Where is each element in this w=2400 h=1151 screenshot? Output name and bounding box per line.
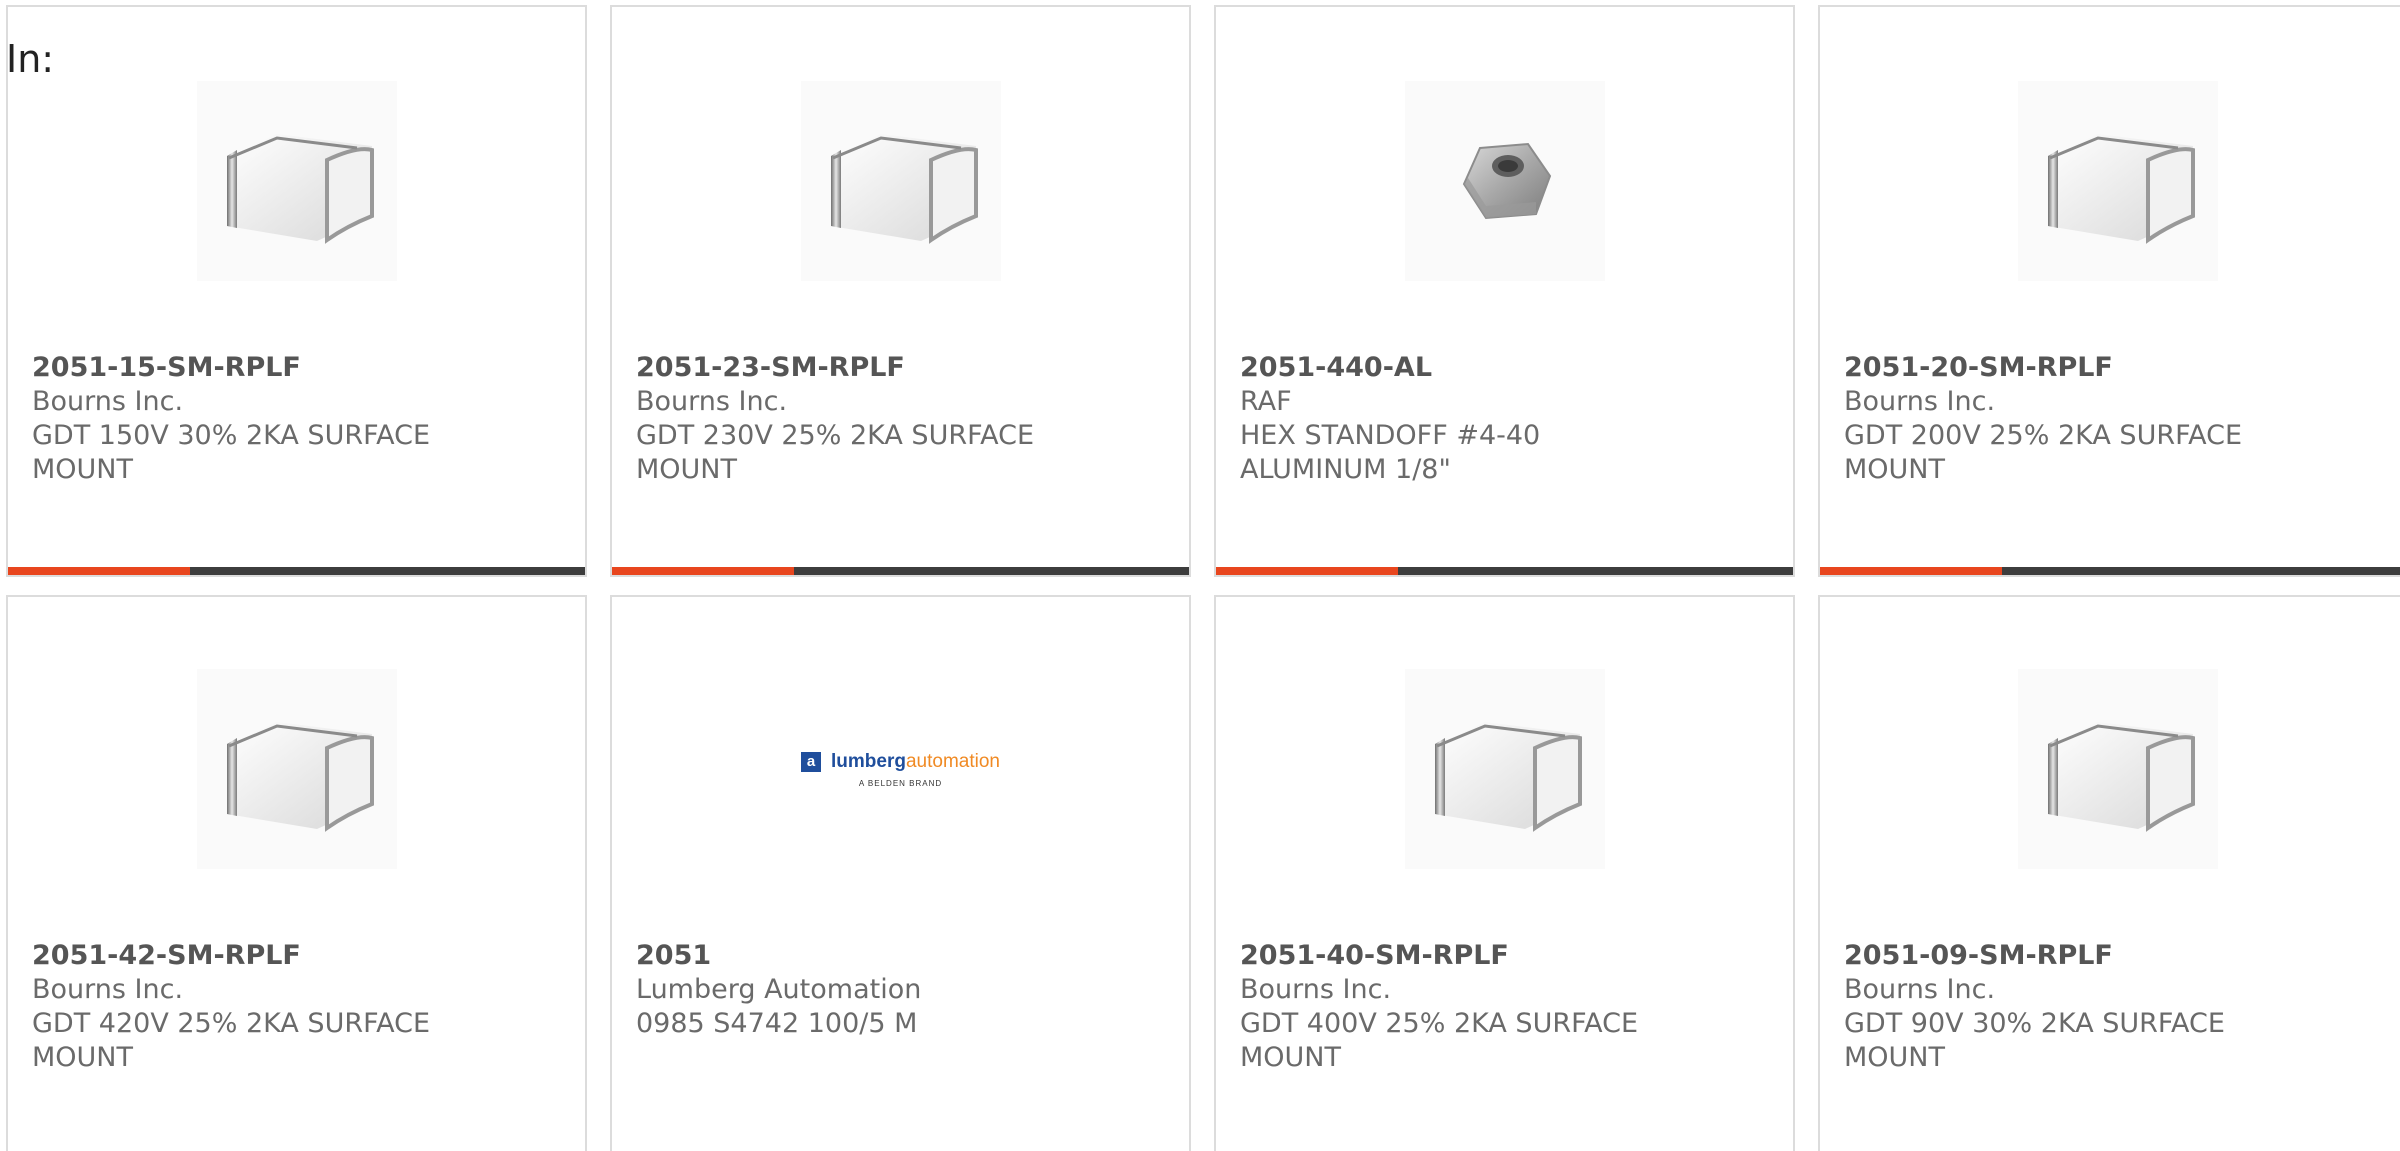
part-number-link[interactable]: 2051-42-SM-RPLF [32, 939, 561, 973]
card-bar [612, 567, 1189, 575]
search-results-page: In: 2051-15-SM-RPLF Bourns Inc. GDT 150V… [0, 0, 2400, 1151]
description: GDT 230V 25% 2KA SURFACE MOUNT [636, 420, 1035, 485]
lumberg-logo-automation: automation [905, 750, 1000, 772]
card-bar-accent [1216, 567, 1398, 575]
description: HEX STANDOFF #4-40 ALUMINUM 1/8" [1240, 420, 1541, 485]
product-card[interactable]: 2051-440-AL RAF HEX STANDOFF #4-40 ALUMI… [1214, 5, 1795, 577]
gdt-component-icon [226, 134, 374, 244]
product-image: a lumberg automation A BELDEN BRAND [800, 669, 1001, 869]
manufacturer: Bourns Inc. [32, 386, 184, 417]
description: GDT 150V 30% 2KA SURFACE MOUNT [32, 420, 431, 485]
product-info: 2051-09-SM-RPLF Bourns Inc. GDT 90V 30% … [1844, 939, 2392, 1075]
product-image [196, 669, 397, 869]
product-info: 2051-20-SM-RPLF Bourns Inc. GDT 200V 25%… [1844, 351, 2392, 487]
description: GDT 90V 30% 2KA SURFACE MOUNT [1844, 1008, 2225, 1073]
description: GDT 200V 25% 2KA SURFACE MOUNT [1844, 420, 2243, 485]
lumberg-logo-brand: lumberg [831, 750, 906, 772]
gdt-component-icon [1434, 722, 1582, 832]
part-number-link[interactable]: 2051-40-SM-RPLF [1240, 939, 1769, 973]
part-number-link[interactable]: 2051-09-SM-RPLF [1844, 939, 2392, 973]
part-number-link[interactable]: 2051-23-SM-RPLF [636, 351, 1165, 385]
card-bar-accent [8, 567, 190, 575]
product-card[interactable]: 2051-20-SM-RPLF Bourns Inc. GDT 200V 25%… [1818, 5, 2400, 577]
product-card[interactable]: 2051-15-SM-RPLF Bourns Inc. GDT 150V 30%… [6, 5, 587, 577]
card-bar-accent [612, 567, 794, 575]
gdt-component-icon [2048, 722, 2195, 832]
description: 0985 S4742 100/5 M [636, 1008, 918, 1039]
product-card[interactable]: 2051-40-SM-RPLF Bourns Inc. GDT 400V 25%… [1214, 595, 1795, 1151]
description: GDT 400V 25% 2KA SURFACE MOUNT [1240, 1008, 1639, 1073]
part-number-link[interactable]: 2051-20-SM-RPLF [1844, 351, 2392, 385]
card-bar [1820, 567, 2400, 575]
lumberg-logo-top: a lumberg automation [801, 751, 1000, 773]
product-image [196, 81, 397, 281]
card-bar-accent [1820, 567, 2002, 575]
product-info: 2051-40-SM-RPLF Bourns Inc. GDT 400V 25%… [1240, 939, 1769, 1075]
product-card[interactable]: 2051-42-SM-RPLF Bourns Inc. GDT 420V 25%… [6, 595, 587, 1151]
product-info: 2051 Lumberg Automation 0985 S4742 100/5… [636, 939, 1165, 1041]
description: GDT 420V 25% 2KA SURFACE MOUNT [32, 1008, 431, 1073]
product-info: 2051-23-SM-RPLF Bourns Inc. GDT 230V 25%… [636, 351, 1165, 487]
product-image [800, 81, 1001, 281]
card-bar [8, 567, 585, 575]
manufacturer: Bourns Inc. [1844, 974, 1996, 1005]
manufacturer: Bourns Inc. [1240, 974, 1392, 1005]
gdt-component-icon [830, 134, 978, 244]
lumberg-logo: a lumberg automation A BELDEN BRAND [801, 751, 1000, 788]
gdt-component-icon [226, 722, 374, 832]
manufacturer: RAF [1240, 386, 1292, 417]
manufacturer: Lumberg Automation [636, 974, 922, 1005]
lumberg-logo-box: a [801, 751, 822, 772]
in-label: In: [6, 37, 55, 81]
product-image [2018, 669, 2218, 869]
manufacturer: Bourns Inc. [32, 974, 184, 1005]
part-number-link[interactable]: 2051-15-SM-RPLF [32, 351, 561, 385]
product-info: 2051-440-AL RAF HEX STANDOFF #4-40 ALUMI… [1240, 351, 1769, 487]
product-card[interactable]: 2051-09-SM-RPLF Bourns Inc. GDT 90V 30% … [1818, 595, 2400, 1151]
lumberg-logo-tagline: A BELDEN BRAND [858, 778, 943, 788]
gdt-component-icon [2048, 134, 2195, 244]
part-number-link[interactable]: 2051-440-AL [1240, 351, 1769, 385]
product-image [1404, 81, 1605, 281]
manufacturer: Bourns Inc. [636, 386, 788, 417]
product-image [2018, 81, 2218, 281]
manufacturer: Bourns Inc. [1844, 386, 1996, 417]
product-card[interactable]: a lumberg automation A BELDEN BRAND 2051 … [610, 595, 1191, 1151]
product-info: 2051-15-SM-RPLF Bourns Inc. GDT 150V 30%… [32, 351, 561, 487]
card-bar [1216, 567, 1793, 575]
hex-nut-icon [1462, 142, 1551, 220]
product-image [1404, 669, 1605, 869]
product-card[interactable]: 2051-23-SM-RPLF Bourns Inc. GDT 230V 25%… [610, 5, 1191, 577]
part-number-link[interactable]: 2051 [636, 939, 1165, 973]
product-info: 2051-42-SM-RPLF Bourns Inc. GDT 420V 25%… [32, 939, 561, 1075]
